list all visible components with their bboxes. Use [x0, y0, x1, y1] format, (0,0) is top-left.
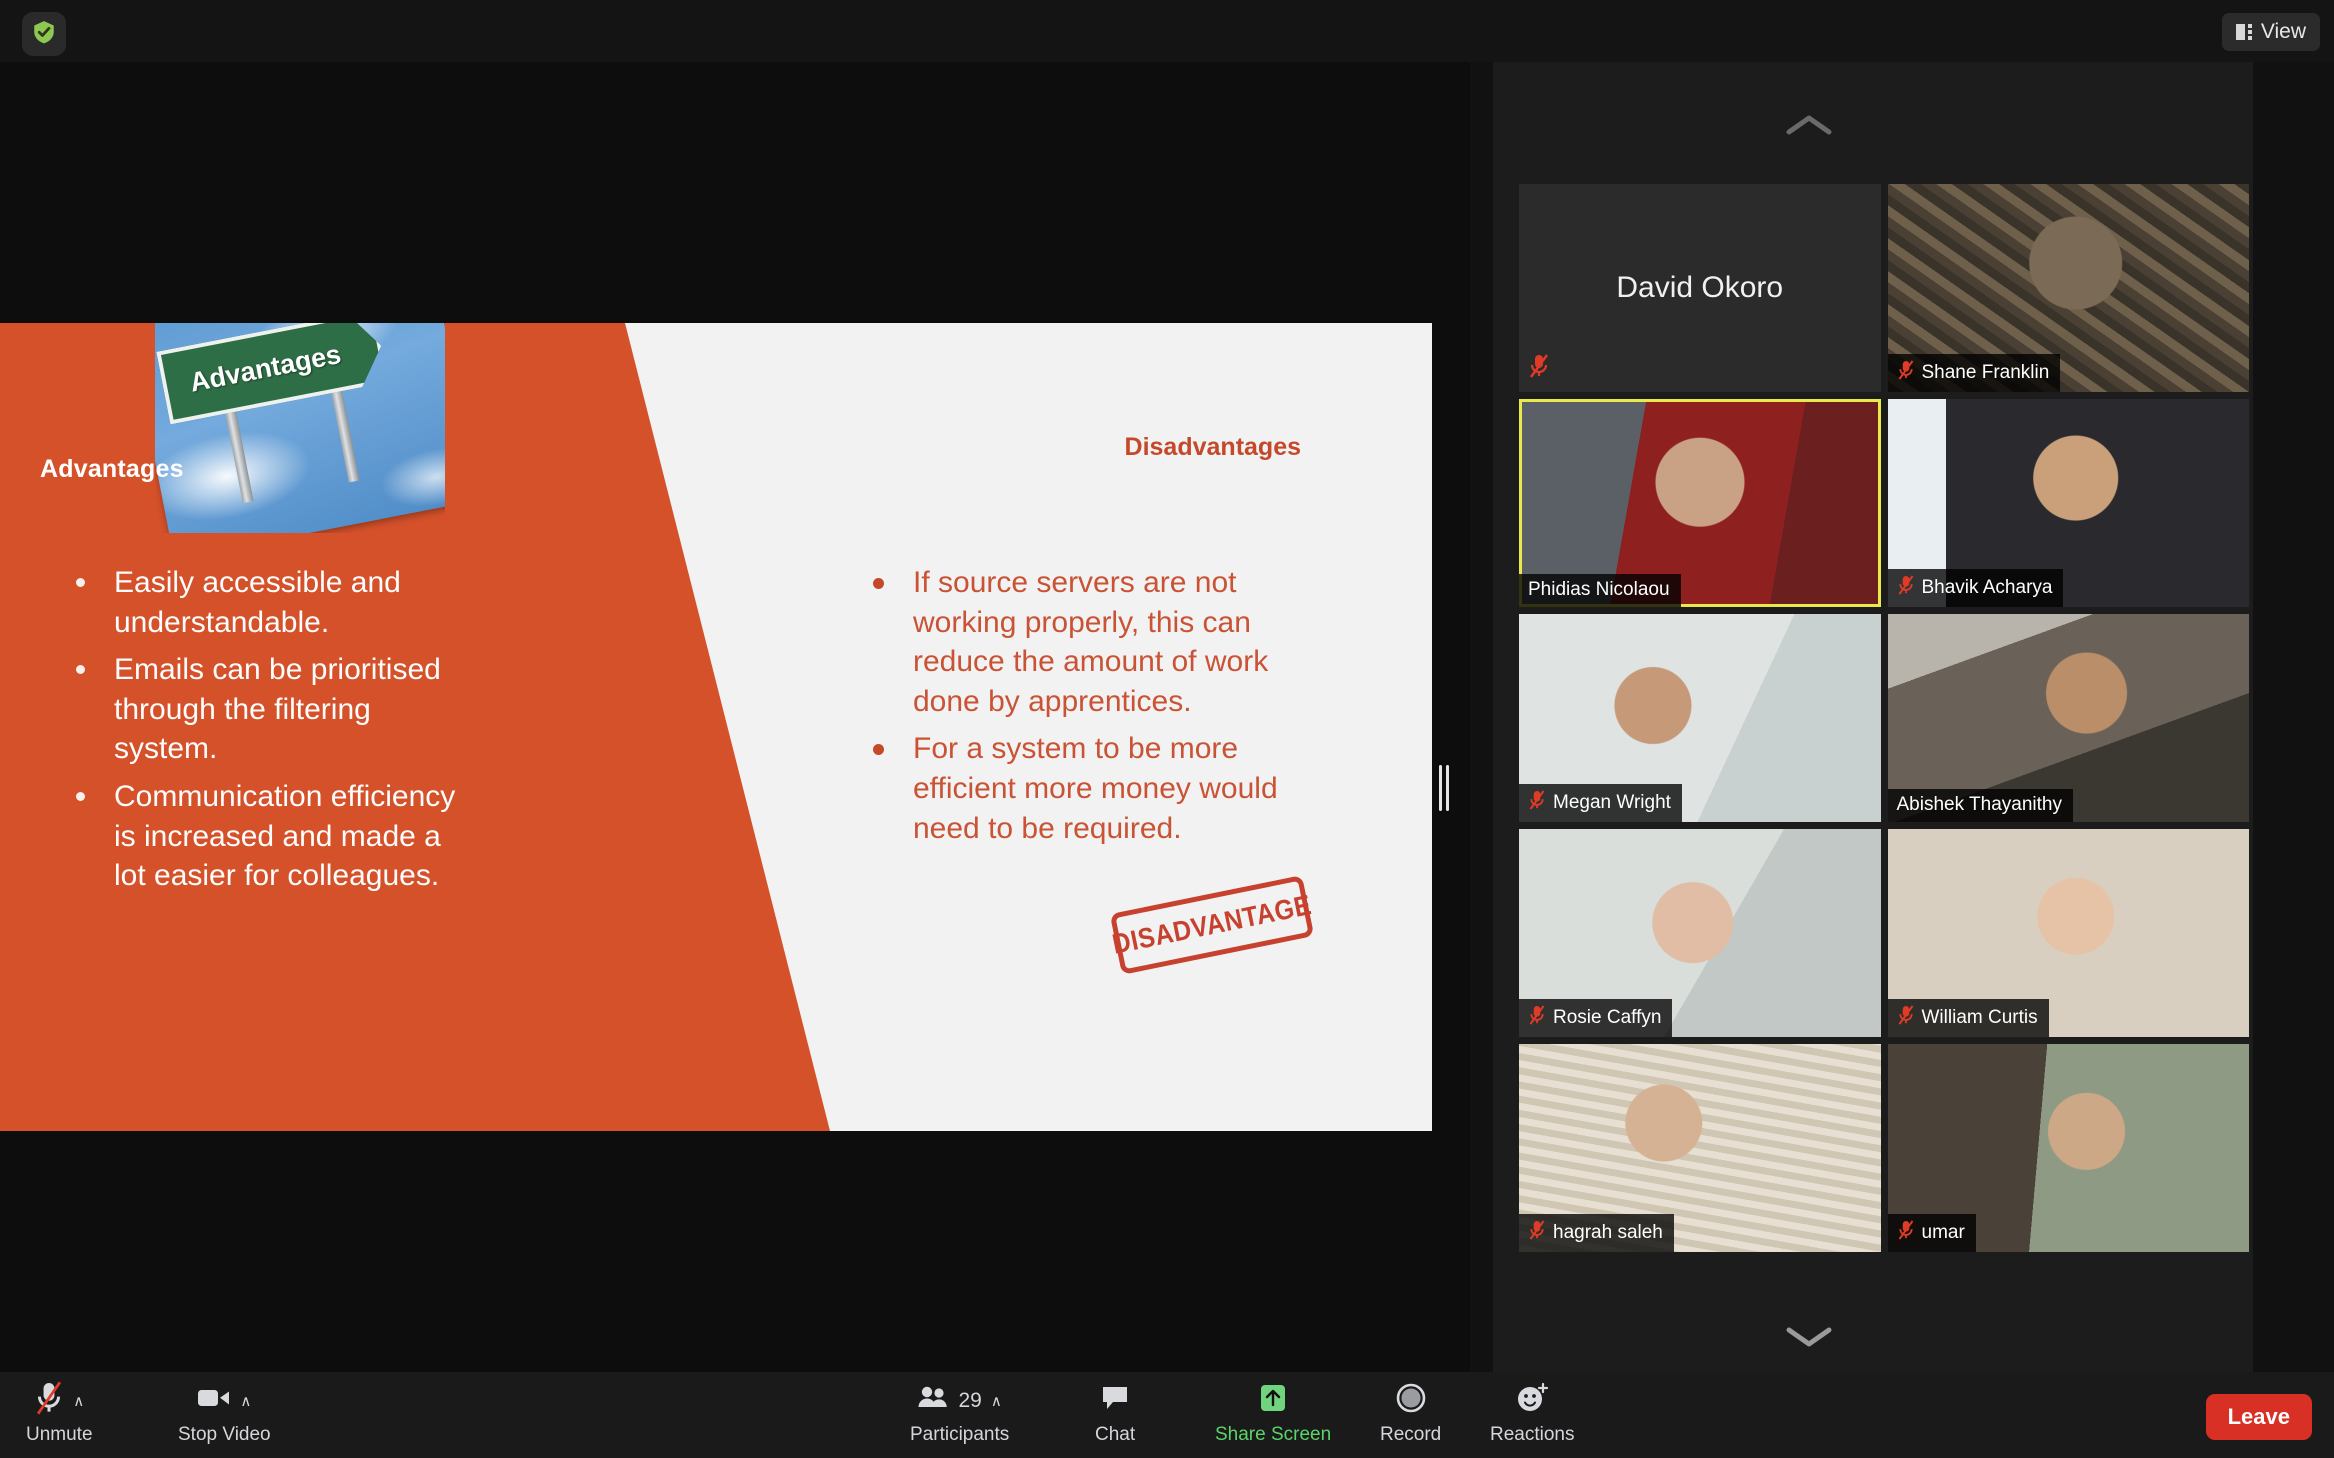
chevron-up-icon	[1784, 113, 1834, 137]
participant-name: umar	[1921, 1221, 1965, 1243]
share-screen-up-arrow-icon	[1258, 1383, 1288, 1419]
shield-check-icon	[31, 19, 57, 50]
advantages-heading: Advantages	[40, 455, 184, 483]
zoom-meeting-window: View Advantages Advantages Easily access…	[0, 0, 2334, 1458]
participant-tile[interactable]: William Curtis	[1887, 829, 2249, 1037]
participant-name-bar: Megan Wright	[1519, 784, 1682, 822]
participant-name-bar: Bhavik Acharya	[1887, 569, 2064, 607]
video-camera-icon	[197, 1386, 231, 1416]
participant-name: William Curtis	[1921, 1006, 2038, 1028]
stop-video-button[interactable]: ∧ Stop Video	[178, 1382, 271, 1450]
chevron-down-icon	[1784, 1325, 1834, 1349]
reactions-button[interactable]: Reactions	[1490, 1382, 1575, 1450]
participant-gallery-strip: David Okoro Shane Franklin Phidias Nicol…	[1493, 62, 2253, 1372]
tile-row: hagrah saleh umar	[1519, 1044, 2249, 1252]
shared-screen-stage: Advantages Advantages Easily accessible …	[0, 62, 1470, 1372]
microphone-muted-icon	[1897, 1219, 1915, 1246]
participant-name: hagrah saleh	[1553, 1221, 1663, 1243]
meeting-toolbar: ∧ Unmute ∧ Stop Video 29 ∧ Participants …	[0, 1372, 2334, 1458]
participant-tile[interactable]: Megan Wright	[1519, 614, 1881, 822]
record-button[interactable]: Record	[1380, 1382, 1441, 1450]
microphone-muted-icon	[34, 1380, 64, 1422]
stamp-label: DISADVANTAGE	[1109, 888, 1315, 960]
participant-name-bar: Abishek Thayanithy	[1887, 789, 2073, 822]
view-button[interactable]: View	[2221, 13, 2320, 51]
participant-name: Bhavik Acharya	[1921, 576, 2053, 598]
microphone-muted-icon	[1528, 789, 1546, 816]
gallery-scroll-down-button[interactable]	[1778, 1320, 1840, 1354]
participant-tile[interactable]: David Okoro	[1519, 184, 1881, 392]
participant-tile[interactable]: Rosie Caffyn	[1519, 829, 1881, 1037]
list-item: Easily accessible and understandable.	[60, 563, 480, 642]
top-bar: View	[0, 0, 2334, 62]
advantages-bullet-list: Easily accessible and understandable. Em…	[60, 563, 480, 904]
participant-name-center: David Okoro	[1616, 271, 1784, 304]
drag-handle-icon[interactable]	[1437, 764, 1451, 812]
microphone-muted-icon	[1528, 1004, 1546, 1031]
people-icon	[917, 1385, 949, 1417]
chat-button[interactable]: Chat	[1095, 1382, 1135, 1450]
microphone-muted-icon	[1897, 1004, 1915, 1031]
participant-name-bar: Phidias Nicolaou	[1519, 574, 1681, 607]
microphone-muted-icon	[1528, 353, 1550, 384]
participant-name-bar: umar	[1887, 1214, 1976, 1252]
participant-tile[interactable]: Phidias Nicolaou	[1519, 399, 1881, 607]
video-options-caret[interactable]: ∧	[240, 1392, 251, 1410]
record-circle-icon	[1395, 1382, 1427, 1420]
view-button-label: View	[2260, 20, 2306, 43]
tile-row: Phidias Nicolaou Bhavik Acharya	[1519, 399, 2249, 607]
participant-name-bar: William Curtis	[1887, 999, 2049, 1037]
participant-name: Phidias Nicolaou	[1528, 579, 1670, 600]
record-label: Record	[1380, 1424, 1442, 1445]
gallery-scroll-up-button[interactable]	[1778, 108, 1840, 142]
microphone-muted-icon	[1897, 574, 1915, 601]
shared-slide[interactable]: Advantages Advantages Easily accessible …	[0, 323, 1432, 1131]
participant-tile[interactable]: Abishek Thayanithy	[1887, 614, 2249, 822]
participants-button[interactable]: 29 ∧ Participants	[910, 1382, 1009, 1450]
share-screen-button[interactable]: Share Screen	[1215, 1382, 1331, 1450]
list-item: Emails can be prioritised through the fi…	[60, 650, 480, 769]
participant-tile[interactable]: umar	[1887, 1044, 2249, 1252]
participant-name-bar: Shane Franklin	[1887, 354, 2061, 392]
list-item: If source servers are not working proper…	[855, 563, 1295, 721]
participant-name: Shane Franklin	[1921, 361, 2050, 383]
microphone-muted-icon	[1897, 359, 1915, 386]
disadvantage-stamp-image: DISADVANTAGE	[1108, 868, 1318, 998]
tile-row: Rosie Caffyn William Curtis	[1519, 829, 2249, 1037]
list-item: For a system to be more efficient more m…	[855, 729, 1295, 848]
tile-row: David Okoro Shane Franklin	[1519, 184, 2249, 392]
chat-bubble-icon	[1100, 1384, 1130, 1418]
layout-grid-icon	[2235, 24, 2252, 40]
participant-tiles: David Okoro Shane Franklin Phidias Nicol…	[1519, 184, 2249, 1259]
participant-name: Abishek Thayanithy	[1896, 794, 2062, 815]
tile-row: Megan Wright Abishek Thayanithy	[1519, 614, 2249, 822]
participant-name-bar: Rosie Caffyn	[1519, 999, 1673, 1037]
stop-video-label: Stop Video	[178, 1424, 271, 1445]
participant-tile[interactable]: hagrah saleh	[1519, 1044, 1881, 1252]
share-screen-label: Share Screen	[1215, 1424, 1332, 1445]
participant-tile[interactable]: Shane Franklin	[1887, 184, 2249, 392]
encryption-shield-button[interactable]	[22, 12, 66, 56]
participant-name: Megan Wright	[1553, 791, 1671, 813]
audio-options-caret[interactable]: ∧	[73, 1392, 84, 1410]
participants-count: 29	[958, 1389, 982, 1412]
road-sign-label: Advantages	[187, 338, 344, 398]
reactions-label: Reactions	[1490, 1424, 1575, 1445]
participant-name: Rosie Caffyn	[1553, 1006, 1662, 1028]
list-item: Communication efficiency is increased an…	[60, 777, 480, 896]
leave-button[interactable]: Leave	[2205, 1394, 2312, 1440]
unmute-button[interactable]: ∧ Unmute	[26, 1380, 93, 1450]
chat-label: Chat	[1095, 1424, 1136, 1445]
smiley-plus-icon	[1515, 1382, 1549, 1420]
unmute-label: Unmute	[26, 1424, 93, 1445]
participants-caret[interactable]: ∧	[991, 1392, 1002, 1410]
disadvantages-bullet-list: If source servers are not working proper…	[855, 563, 1295, 856]
advantages-road-sign-image: Advantages	[155, 323, 445, 533]
microphone-muted-icon	[1528, 1219, 1546, 1246]
participants-label: Participants	[910, 1424, 1010, 1445]
participant-name-bar: hagrah saleh	[1519, 1214, 1674, 1252]
disadvantages-heading: Disadvantages	[1124, 433, 1301, 461]
participant-tile[interactable]: Bhavik Acharya	[1887, 399, 2249, 607]
